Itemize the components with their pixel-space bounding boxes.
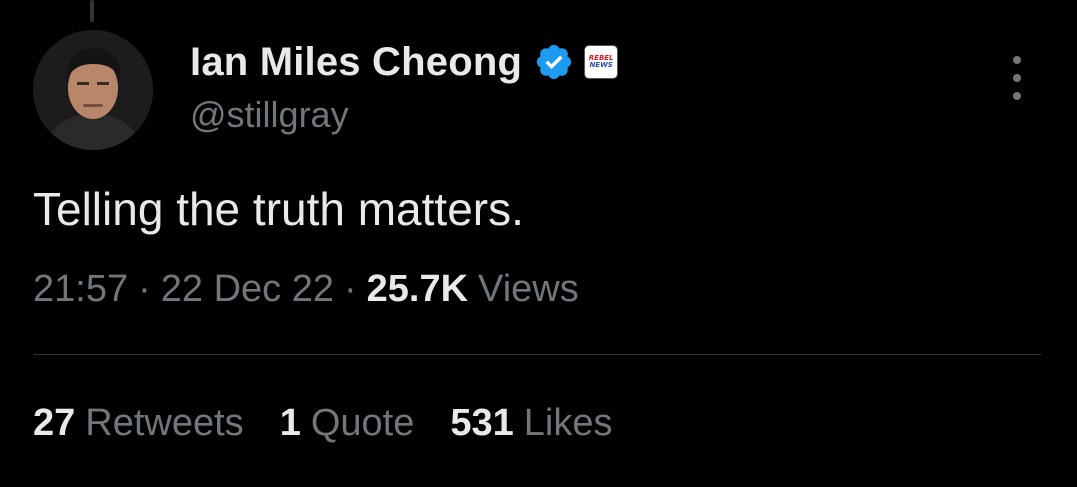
thread-connector-line (90, 0, 94, 22)
verified-badge-icon (534, 42, 574, 82)
likes-count: 531 (450, 402, 514, 444)
tweet-text: Telling the truth matters. (33, 183, 524, 235)
likes-stat-link[interactable]: 531 Likes (450, 402, 612, 445)
retweets-stat-link[interactable]: 27 Retweets (33, 402, 244, 445)
more-vertical-icon-dot (1013, 74, 1021, 82)
retweets-count: 27 (33, 402, 76, 444)
badge-text-line2: NEWS (589, 61, 613, 69)
divider (33, 354, 1041, 355)
meta-separator: · (343, 268, 357, 310)
more-options-button[interactable] (1005, 56, 1029, 100)
likes-label: Likes (523, 402, 613, 444)
views-label[interactable]: Views (478, 268, 579, 311)
name-row: Ian Miles Cheong REBEL NEWS (190, 36, 619, 88)
tweet-header: Ian Miles Cheong REBEL NEWS @stillgray (190, 36, 619, 136)
tweet-meta: 21:57 · 22 Dec 22 · 25.7K Views (33, 268, 579, 311)
rebel-news-affiliate-badge-icon[interactable]: REBEL NEWS (584, 45, 619, 79)
more-vertical-icon-dot (1013, 92, 1021, 100)
author-display-name[interactable]: Ian Miles Cheong (190, 40, 522, 85)
more-vertical-icon (1013, 56, 1021, 64)
quotes-count: 1 (279, 402, 301, 444)
tweet-date[interactable]: 22 Dec 22 (161, 268, 334, 311)
avatar-image (33, 30, 153, 150)
engagement-stats: 27 Retweets 1 Quote 531 Likes (33, 402, 648, 445)
tweet-time[interactable]: 21:57 (33, 268, 128, 311)
views-count[interactable]: 25.7K (367, 268, 468, 311)
author-handle[interactable]: @stillgray (190, 94, 618, 136)
quotes-label: Quote (310, 402, 415, 444)
retweets-label: Retweets (85, 402, 244, 444)
quotes-stat-link[interactable]: 1 Quote (280, 402, 415, 445)
meta-separator: · (138, 268, 151, 310)
avatar[interactable] (33, 30, 153, 150)
